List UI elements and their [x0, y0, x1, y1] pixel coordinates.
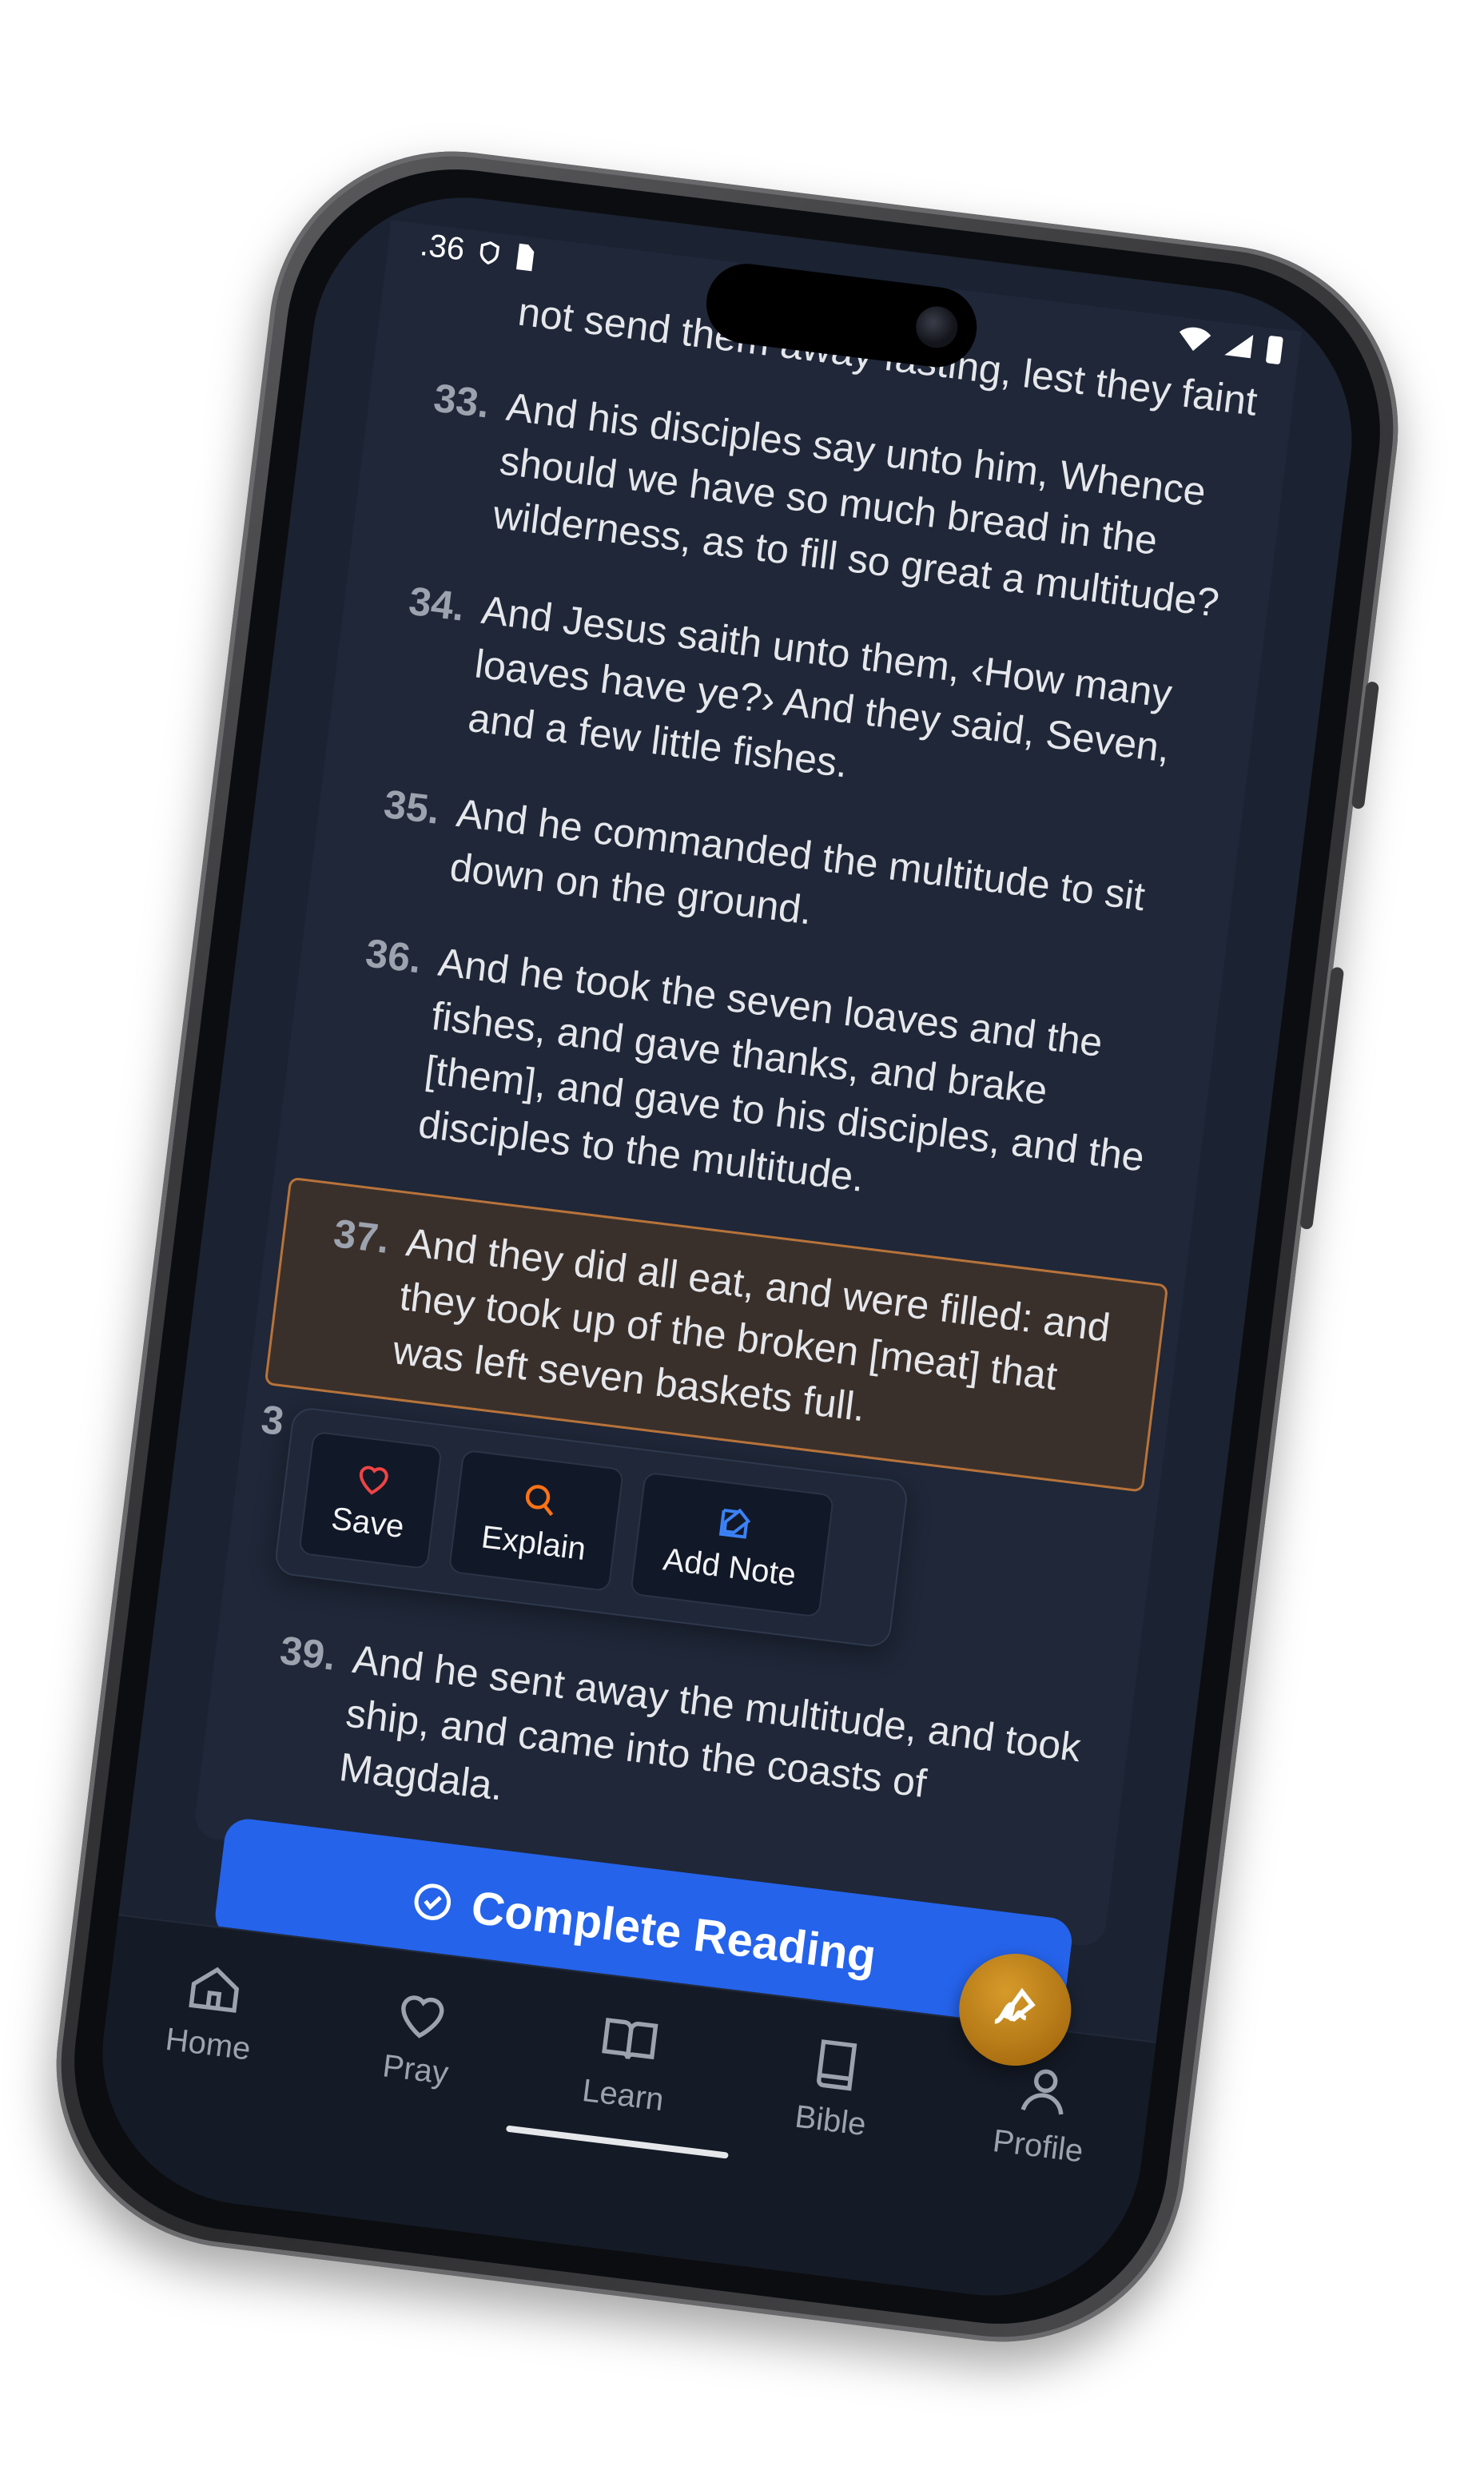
bible-icon	[816, 2039, 857, 2091]
tab-label: Profile	[990, 2123, 1085, 2170]
phone-side-button	[1351, 681, 1380, 810]
tab-pray[interactable]: Pray	[334, 1976, 505, 2098]
app-screen: .36 not send them away fasting, lest the…	[85, 180, 1370, 2313]
save-button[interactable]: Save	[298, 1430, 443, 1570]
pen-signature-icon	[994, 1987, 1036, 2024]
phone-bezel: .36 not send them away fasting, lest the…	[54, 149, 1400, 2344]
heart-icon	[401, 1995, 444, 2038]
add-note-button-label: Add Note	[661, 1541, 798, 1593]
shield-icon	[479, 241, 499, 265]
reading-scroll-area[interactable]: not send them away fasting, lest they fa…	[127, 212, 1365, 1971]
verse-text: And his disciples say unto him, Whence s…	[491, 384, 1222, 626]
explain-button-label: Explain	[479, 1519, 588, 1568]
verse-number: 35.	[381, 781, 443, 833]
verse-text: And they did all eat, and were filled: a…	[390, 1219, 1113, 1430]
tab-bible[interactable]: Bible	[749, 2027, 920, 2149]
tab-label: Learn	[580, 2072, 666, 2118]
status-time: .36	[418, 226, 467, 267]
tab-label: Home	[163, 2021, 253, 2067]
phone-frame: .36 not send them away fasting, lest the…	[35, 130, 1419, 2363]
explain-button[interactable]: Explain	[448, 1449, 625, 1593]
check-circle-icon	[414, 1883, 452, 1920]
heart-icon	[359, 1466, 388, 1495]
tab-label: Pray	[380, 2048, 451, 2091]
verse-item[interactable]: 36. And he took the seven loaves and the…	[327, 924, 1184, 1242]
camera-icon	[913, 304, 961, 351]
sim-card-icon	[515, 243, 534, 272]
edit-icon	[718, 1508, 750, 1539]
search-icon	[525, 1485, 553, 1517]
wifi-icon	[1179, 327, 1211, 352]
tab-home[interactable]: Home	[126, 1951, 297, 2072]
tab-learn[interactable]: Learn	[542, 2002, 713, 2123]
signal-icon	[1224, 334, 1254, 359]
home-icon	[189, 1967, 239, 2013]
user-icon	[1020, 2069, 1064, 2115]
verse-text: And he took the seven loaves and the fis…	[416, 939, 1147, 1201]
verse-text: And Jesus saith unto them, ‹How many loa…	[465, 587, 1175, 786]
verse-number: 37.	[331, 1211, 392, 1263]
add-note-button[interactable]: Add Note	[630, 1471, 835, 1618]
save-button-label: Save	[329, 1501, 407, 1545]
verse-number	[426, 273, 504, 336]
book-open-icon	[602, 2018, 658, 2060]
tab-label: Bible	[793, 2098, 869, 2143]
tab-profile[interactable]: Profile	[957, 2052, 1128, 2174]
